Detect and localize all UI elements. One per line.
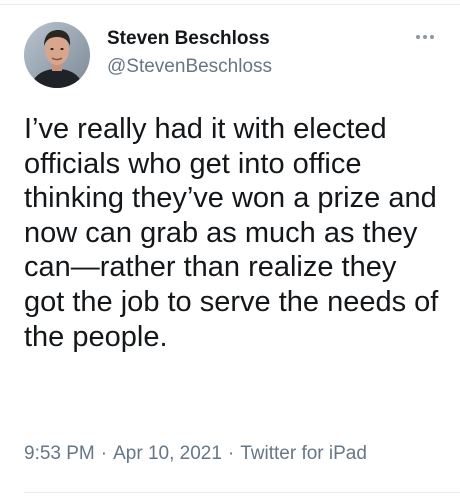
tweet-time[interactable]: 9:53 PM bbox=[24, 443, 95, 464]
profile-photo-icon bbox=[24, 22, 90, 88]
bottom-divider bbox=[24, 492, 460, 493]
avatar[interactable] bbox=[24, 22, 90, 88]
separator-dot: · bbox=[100, 443, 108, 464]
tweet-date[interactable]: Apr 10, 2021 bbox=[113, 443, 222, 464]
more-options-icon[interactable] bbox=[414, 30, 436, 44]
tweet-metadata: 9:53 PM · Apr 10, 2021 · Twitter for iPad bbox=[24, 443, 367, 465]
handle[interactable]: @StevenBeschloss bbox=[107, 56, 272, 78]
separator-dot: · bbox=[227, 443, 235, 464]
tweet-source[interactable]: Twitter for iPad bbox=[240, 443, 367, 464]
top-divider bbox=[0, 4, 460, 5]
display-name[interactable]: Steven Beschloss bbox=[107, 28, 270, 50]
tweet-text: I’ve really had it with elected official… bbox=[24, 113, 439, 353]
